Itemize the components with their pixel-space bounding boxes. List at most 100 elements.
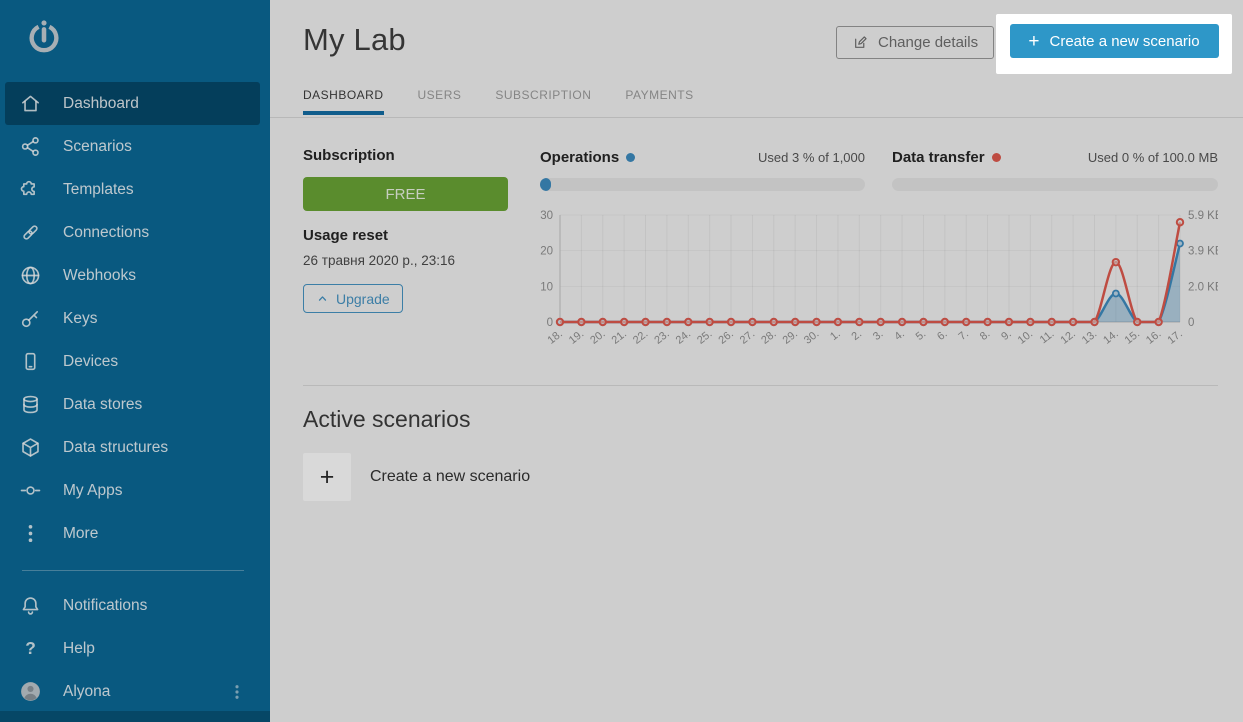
tab-subscription[interactable]: SUBSCRIPTION [495,88,591,115]
sidebar-item-label: Templates [63,181,134,199]
upgrade-button[interactable]: Upgrade [303,284,403,313]
data-stores-icon [19,393,42,416]
svg-text:29.: 29. [781,328,800,345]
sidebar-nav: DashboardScenarios Templates Connections We… [5,82,260,555]
svg-text:21.: 21. [610,328,629,345]
data-transfer-used-text: Used 0 % of 100.0 MB [1088,150,1218,165]
create-scenario-row-label: Create a new scenario [370,468,530,486]
sidebar-item-dashboard[interactable]: Dashboard [5,82,260,125]
usage-reset-date: 26 травня 2020 р., 23:16 [303,253,508,268]
sidebar-footer-nav: Notifications? Help Alyona [5,584,260,713]
sidebar-item-more[interactable]: More [5,512,260,555]
sidebar-item-templates[interactable]: Templates [5,168,260,211]
sidebar-item-label: Data structures [63,439,168,457]
svg-text:28.: 28. [759,328,778,345]
svg-text:7.: 7. [956,328,971,343]
data-transfer-progressbar [892,178,1218,191]
help-icon: ? [19,637,42,660]
tab-users[interactable]: USERS [418,88,462,115]
user-name: Alyona [63,683,110,701]
keys-icon [19,307,42,330]
connections-icon [19,221,42,244]
svg-text:8.: 8. [978,328,993,343]
highlight-box: + Create a new scenario [996,14,1232,74]
svg-text:3.9 KB: 3.9 KB [1188,246,1218,258]
create-scenario-button[interactable]: + Create a new scenario [1010,24,1219,58]
tab-payments[interactable]: PAYMENTS [625,88,693,115]
create-scenario-label: Create a new scenario [1050,33,1200,50]
tab-dashboard[interactable]: DASHBOARD [303,88,384,115]
data-structures-icon [19,436,42,459]
operations-label: Operations [540,149,619,166]
sidebar-item-scenarios[interactable]: Scenarios [5,125,260,168]
sidebar-item-devices[interactable]: Devices [5,340,260,383]
usage-chart: 010203002.0 KB3.9 KB5.9 KB18.19.20.21.22… [528,208,1218,345]
sidebar-item-keys[interactable]: Keys [5,297,260,340]
sidebar-item-label: More [63,525,98,543]
svg-text:10.: 10. [1016,328,1035,345]
svg-text:14.: 14. [1101,328,1120,345]
sidebar-item-data-structures[interactable]: Data structures [5,426,260,469]
sidebar-item-label: Connections [63,224,149,242]
webhooks-icon [19,264,42,287]
svg-text:20.: 20. [588,328,607,345]
more-icon [19,522,42,545]
data-transfer-meter: Data transfer Used 0 % of 100.0 MB [892,149,1218,191]
operations-dot-icon [626,153,635,162]
sidebar-item-label: Help [63,640,95,658]
plan-badge[interactable]: FREE [303,177,508,211]
svg-text:20: 20 [540,246,553,258]
svg-text:5.: 5. [914,328,929,343]
svg-text:13.: 13. [1080,328,1099,345]
avatar-icon [19,680,42,703]
kebab-icon [228,683,246,701]
svg-text:23.: 23. [652,328,671,345]
svg-text:27.: 27. [738,328,757,345]
user-menu[interactable]: Alyona [5,670,260,713]
operations-meter: Operations Used 3 % of 1,000 [540,149,865,191]
sidebar-item-data-stores[interactable]: Data stores [5,383,260,426]
plus-square-icon[interactable]: + [303,453,351,501]
svg-text:26.: 26. [716,328,735,345]
sidebar-item-my-apps[interactable]: My Apps [5,469,260,512]
sidebar-item-label: Notifications [63,597,147,615]
sidebar-item-label: Keys [63,310,97,328]
svg-text:2.: 2. [850,328,865,343]
svg-text:0: 0 [1188,317,1194,329]
home-icon [19,92,42,115]
svg-text:11.: 11. [1038,328,1057,345]
templates-icon [19,178,42,201]
svg-text:?: ? [25,638,36,658]
svg-text:5.9 KB: 5.9 KB [1188,210,1218,222]
sidebar: DashboardScenarios Templates Connections We… [0,0,270,722]
svg-text:15.: 15. [1123,328,1142,345]
svg-text:2.0 KB: 2.0 KB [1188,281,1218,293]
section-divider [303,385,1218,386]
svg-text:25.: 25. [695,328,714,345]
svg-text:4.: 4. [892,328,907,343]
sidebar-item-help[interactable]: ? Help [5,627,260,670]
change-details-button[interactable]: Change details [836,26,994,59]
svg-text:3.: 3. [871,328,886,343]
sidebar-item-connections[interactable]: Connections [5,211,260,254]
chevron-up-icon [316,292,329,305]
svg-text:18.: 18. [545,328,564,345]
sidebar-item-webhooks[interactable]: Webhooks [5,254,260,297]
tabs-divider [270,117,1243,118]
scenarios-icon [19,135,42,158]
change-details-label: Change details [878,34,978,51]
sidebar-item-notifications[interactable]: Notifications [5,584,260,627]
app-logo-icon[interactable] [25,15,63,57]
create-scenario-row[interactable]: + Create a new scenario [303,453,530,501]
svg-text:10: 10 [540,281,553,293]
my-apps-icon [19,479,42,502]
sidebar-item-label: My Apps [63,482,122,500]
sidebar-item-label: Webhooks [63,267,136,285]
svg-text:19.: 19. [567,328,586,345]
upgrade-label: Upgrade [336,291,390,307]
edit-icon [852,34,869,51]
data-transfer-dot-icon [992,153,1001,162]
sidebar-item-label: Data stores [63,396,142,414]
subscription-title: Subscription [303,147,508,164]
svg-text:17.: 17. [1165,328,1184,345]
